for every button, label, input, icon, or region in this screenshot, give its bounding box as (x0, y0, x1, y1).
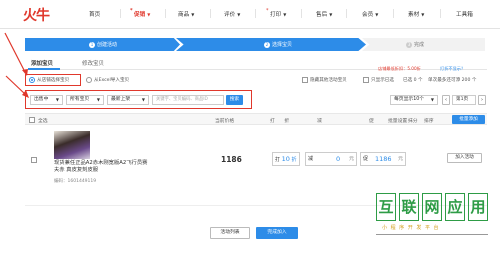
product-price: 1186 (221, 155, 242, 164)
nav-divider (440, 9, 441, 18)
watermark-char: 互 (376, 193, 396, 221)
annotation-arrows (4, 32, 29, 98)
product-id: 编码：1601449119 (54, 179, 97, 184)
batch-add-button[interactable]: 批量添加 (452, 115, 485, 124)
step-create: 1 创建活动 (25, 38, 180, 51)
product-thumbnail[interactable] (54, 131, 90, 159)
step-select: 2 选择宝贝 (176, 38, 366, 51)
reduce-header: 减 (317, 119, 322, 124)
nav-divider (346, 9, 347, 18)
search-input[interactable]: 关键字、宝贝编码、商品ID (152, 95, 224, 105)
nav-divider (120, 9, 121, 18)
add-to-activity-button[interactable]: 加入活动 (447, 153, 482, 163)
chevron-down-icon: ▼ (329, 12, 333, 17)
done-add-button[interactable]: 完成加入 (256, 227, 298, 239)
page-size-select[interactable]: 每页显示10个 ▼ (390, 95, 438, 105)
price-header: 当前价格 (215, 119, 235, 124)
nav-divider (210, 9, 211, 18)
radio-store-label: 从店铺选择宝贝 (37, 78, 70, 83)
row-checkbox[interactable] (31, 157, 37, 163)
nav-item-goods[interactable]: 商品 ▼ (178, 10, 194, 18)
discount-note: 店铺最低折扣：5.00折 (378, 66, 421, 71)
nav-item-promotion[interactable]: * 促销 ▼ (130, 8, 151, 18)
chevron-down-icon: ▼ (191, 12, 195, 17)
star-icon: * (130, 8, 133, 14)
tab-modify-items[interactable]: 修改宝贝 (82, 59, 104, 67)
product-title[interactable]: 现货兼任正品A2赤木刚宽版A2飞行员赛夫赤 真皮复刻皮服 (54, 160, 149, 174)
nav-item-material[interactable]: 素材 ▼ (408, 10, 424, 18)
chevron-down-icon: ▼ (96, 97, 100, 102)
progress-steps: 1 创建活动 2 选择宝贝 3 完成 (25, 38, 485, 51)
chevron-down-icon: ▼ (375, 12, 379, 17)
watermark-logo: 互 联 网 应 用 小 程 序 开 发 平 台 (376, 193, 490, 248)
hide-joined-checkbox[interactable] (302, 77, 308, 83)
table-header: 全选 当前价格 打 折 减 促 批量设置 抹分 排序 批量添加 (25, 113, 487, 125)
sort-select[interactable]: 最新上架 ▼ (107, 95, 149, 105)
chevron-down-icon: ▼ (141, 97, 145, 102)
chevron-down-icon: ▼ (283, 12, 287, 17)
remaining-count: 单次最多还可添 200 个 (428, 78, 477, 83)
brand-logo[interactable]: 火牛 (23, 5, 50, 25)
search-button[interactable]: 搜索 (226, 95, 243, 105)
nav-item-toolbox[interactable]: 工具箱 (456, 10, 473, 18)
sale-price-field[interactable]: 促 1186 元 (360, 152, 406, 166)
reduce-field[interactable]: 减 0 元 (305, 152, 357, 166)
nav-item-review[interactable]: 评价 ▼ (224, 10, 240, 18)
watermark-char: 网 (422, 193, 442, 221)
chevron-down-icon: ▼ (237, 12, 241, 17)
category-select[interactable]: 所有宝贝 ▼ (66, 95, 104, 105)
nav-divider (165, 9, 166, 18)
star-icon: * (266, 8, 269, 14)
nav-divider (301, 9, 302, 18)
watermark-char: 应 (445, 193, 465, 221)
rounding-link[interactable]: 抹分 (408, 117, 418, 124)
batch-set-link[interactable]: 批量设置 (388, 117, 407, 124)
watermark-subtitle: 小 程 序 开 发 平 台 (382, 225, 440, 231)
nav-item-home[interactable]: 首页 (89, 10, 100, 18)
step-done: 3 完成 (362, 38, 485, 51)
sort-link[interactable]: 排序 (424, 117, 434, 124)
hide-joined-label: 隐藏其他活动宝贝 (310, 78, 347, 83)
discount-header: 打 折 (270, 119, 290, 124)
show-selected-label: 只显示已选 (371, 78, 394, 83)
radio-excel-label: 从Excel导入宝贝 (94, 78, 130, 83)
radio-excel[interactable] (86, 77, 92, 83)
activity-list-button[interactable]: 活动列表 (210, 227, 250, 239)
discount-field[interactable]: 打 10 折 (272, 152, 300, 166)
nav-item-member[interactable]: 会员 ▼ (362, 10, 378, 18)
next-page-icon[interactable]: › (478, 95, 486, 105)
nav-divider (393, 9, 394, 18)
watermark-char: 用 (468, 193, 488, 221)
show-selected-checkbox[interactable] (363, 77, 369, 83)
watermark-char: 联 (399, 193, 419, 221)
page-select[interactable]: 第1页 (452, 95, 476, 105)
chevron-down-icon: ▼ (55, 97, 59, 102)
top-nav: 火牛 首页 * 促销 ▼ 商品 ▼ 评价 ▼ * 打印 ▼ 售后 ▼ 会员 ▼ 素材 ▼ 工具箱 (0, 0, 500, 29)
nav-divider (255, 9, 256, 18)
chevron-down-icon: ▼ (421, 12, 425, 17)
nav-item-print[interactable]: * 打印 ▼ (266, 8, 287, 18)
nav-item-aftersale[interactable]: 售后 ▼ (316, 10, 332, 18)
watermark-divider (376, 234, 488, 235)
sale-header: 促 (369, 119, 374, 124)
select-all-label: 全选 (38, 119, 48, 124)
chevron-down-icon: ▼ (430, 97, 434, 102)
chevron-down-icon: ▼ (147, 12, 151, 17)
prev-page-icon[interactable]: ‹ (442, 95, 450, 105)
selected-count: 已选 0 个 (403, 78, 423, 83)
promo-help-link[interactable]: 打折不显示？ (440, 66, 465, 72)
